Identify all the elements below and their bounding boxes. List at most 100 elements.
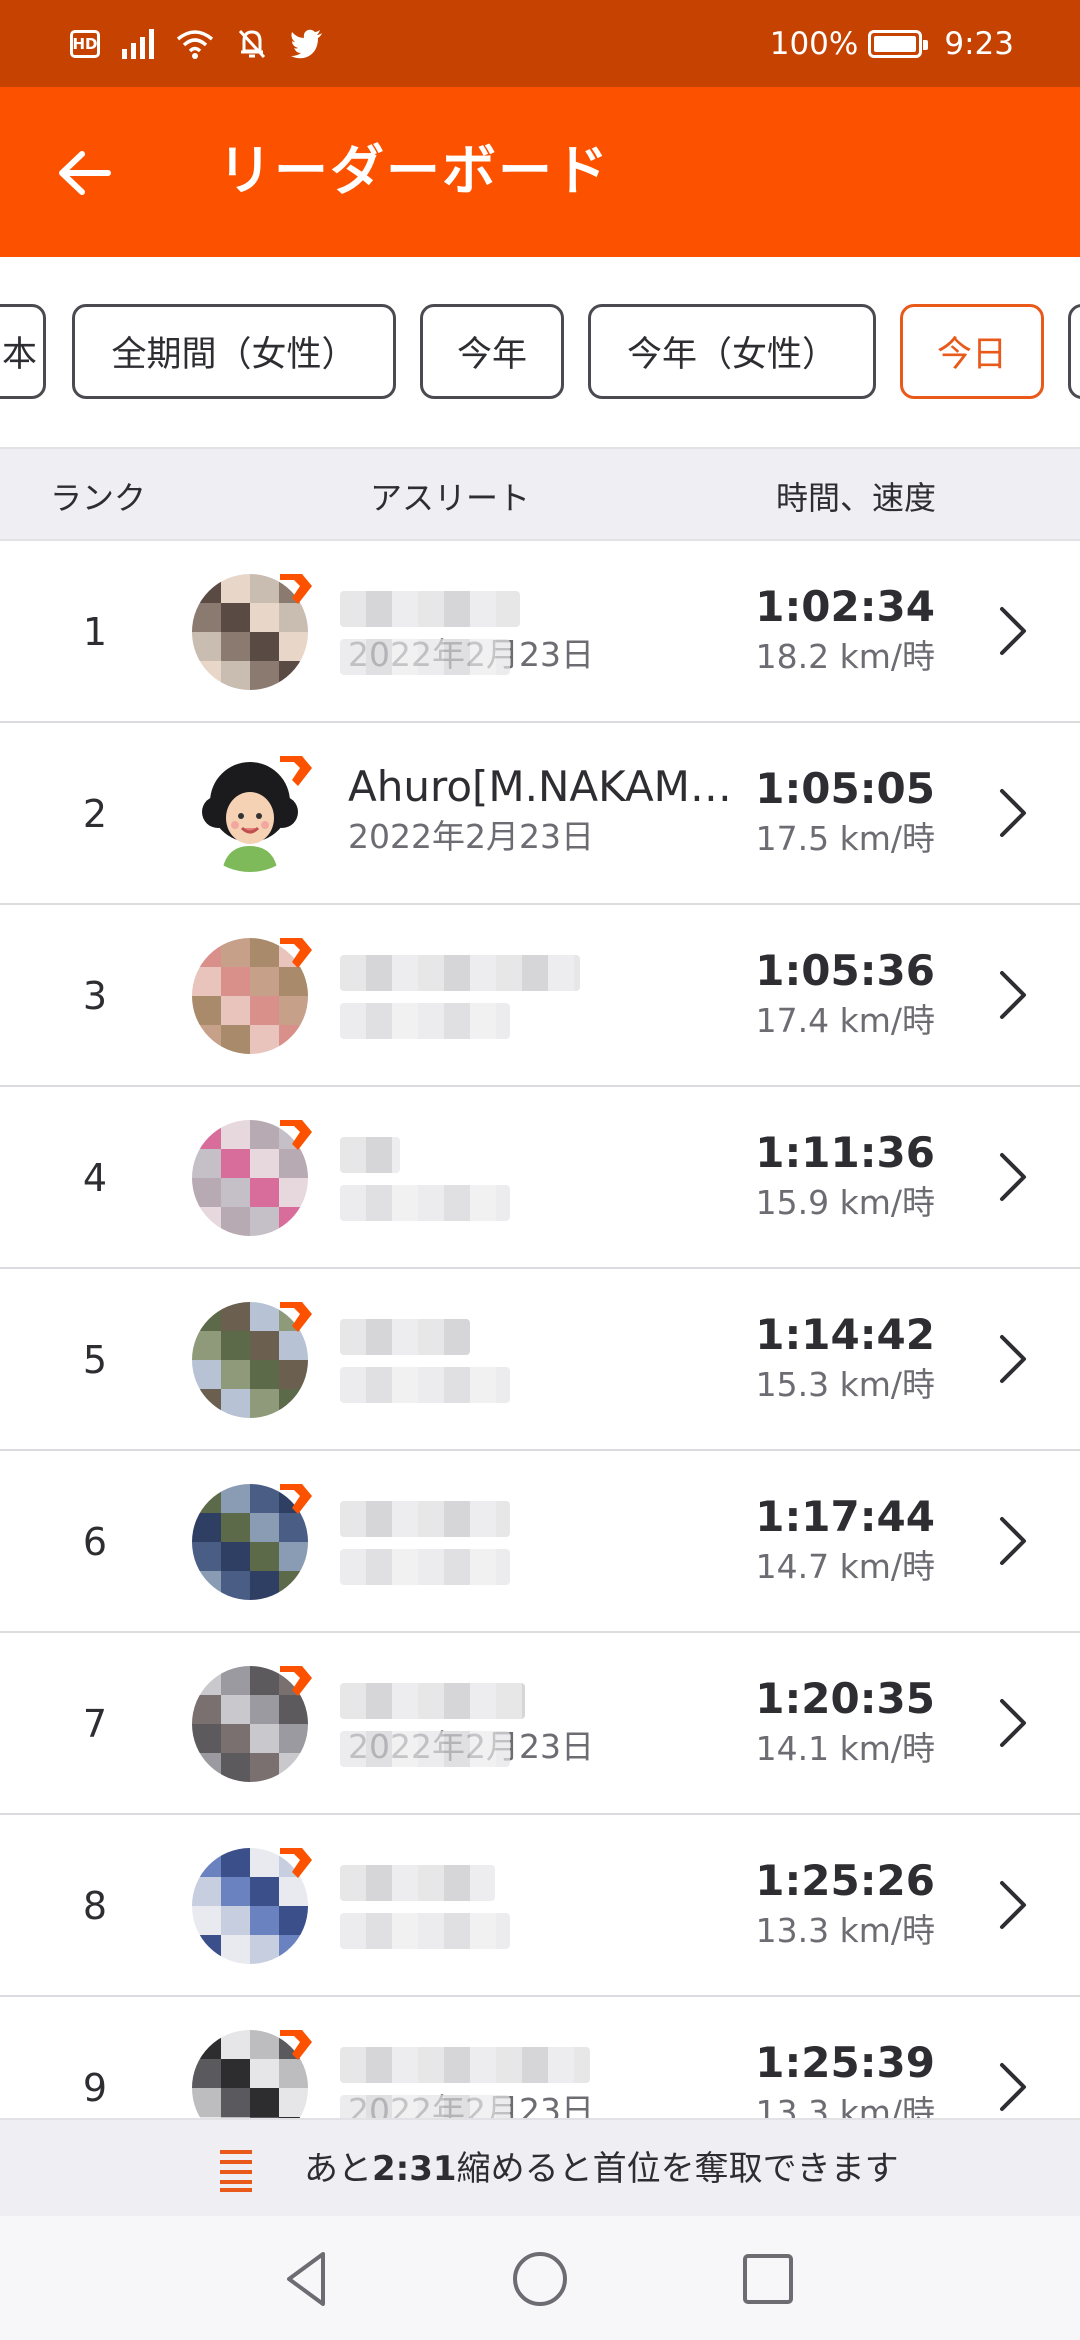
average-speed: 13.3 km/時 — [755, 1911, 935, 1950]
subscriber-badge-icon — [276, 570, 314, 608]
page-title: リーダーボード — [218, 139, 610, 202]
leaderboard-row[interactable]: 4 1:11:36 15.9 km/時 — [0, 1087, 1080, 1269]
wifi-icon — [176, 30, 214, 59]
leaderboard-row[interactable]: 2 Ahuro[M.NAKAMURA] 2022年2月23日 1:05:05 17.5 … — [0, 723, 1080, 905]
hd-icon: HD — [70, 30, 100, 58]
list-header: ランク アスリート 時間、速度 — [0, 447, 1080, 541]
subscriber-badge-icon — [276, 1116, 314, 1154]
status-icons-left: HD — [70, 26, 324, 62]
filter-chip-next[interactable] — [1068, 304, 1080, 399]
twitter-icon — [291, 29, 322, 59]
subscriber-badge-icon — [276, 934, 314, 972]
avatar[interactable] — [192, 1302, 312, 1418]
athlete-name-redacted — [340, 1319, 470, 1355]
chevron-right-icon — [996, 1513, 1030, 1569]
avatar[interactable] — [192, 1484, 312, 1600]
back-button[interactable] — [44, 135, 124, 211]
arrow-left-icon — [59, 151, 111, 195]
chevron-right-icon — [996, 785, 1030, 841]
activity-date-redacted — [340, 1003, 510, 1039]
activity-date-redacted — [340, 1185, 510, 1221]
chevron-right-icon — [996, 1877, 1030, 1933]
athlete-name: Ahuro[M.NAKAMURA] — [348, 762, 733, 811]
avatar[interactable] — [192, 1666, 312, 1782]
average-speed: 17.5 km/時 — [755, 819, 935, 858]
elapsed-time: 1:25:39 — [755, 2038, 935, 2087]
avatar[interactable] — [192, 1120, 312, 1236]
bell-off-icon — [238, 29, 266, 59]
chevron-right-icon — [996, 1149, 1030, 1205]
elapsed-time: 1:11:36 — [755, 1128, 935, 1177]
average-speed: 17.4 km/時 — [755, 1001, 935, 1040]
filter-chip-this-year[interactable]: 今年 — [420, 304, 564, 399]
filter-chip-this-year-women[interactable]: 今年（女性） — [588, 304, 876, 399]
gap-message: あと2:31縮めると首位を奪取できます — [304, 2149, 899, 2189]
rank-number: 2 — [82, 792, 108, 836]
chevron-right-icon — [996, 2059, 1030, 2115]
elapsed-time: 1:02:34 — [755, 582, 935, 631]
filter-chip-all-time[interactable]: 本 — [0, 304, 46, 399]
home-circle-icon[interactable] — [507, 2246, 573, 2312]
gap-time: 2:31 — [372, 2149, 457, 2189]
filter-chip-all-time-women[interactable]: 全期間（女性） — [72, 304, 396, 399]
header-rank: ランク — [50, 479, 147, 517]
athlete-name-redacted — [340, 1137, 400, 1173]
athlete-name-redacted — [340, 1865, 495, 1901]
avatar[interactable] — [192, 574, 312, 690]
leaderboard-row[interactable]: 12022年2月23日1:02:3418.2 km/時 — [0, 541, 1080, 723]
activity-date-redacted — [340, 1913, 510, 1949]
average-speed: 15.3 km/時 — [755, 1365, 935, 1404]
chevron-right-icon — [996, 967, 1030, 1023]
leaderboard-list: 1 2022年2月23日 1:02:34 18.2 km/時 2 Ahuro[M.NAKA… — [0, 541, 1080, 2179]
elapsed-time: 1:17:44 — [755, 1492, 935, 1541]
signal-icon — [122, 29, 154, 59]
athlete-name-redacted — [340, 1501, 510, 1537]
average-speed: 14.7 km/時 — [755, 1547, 935, 1586]
back-triangle-icon[interactable] — [275, 2246, 341, 2312]
subscriber-badge-icon — [276, 1662, 314, 1700]
status-bar: HD 100% 9:23 — [0, 0, 1080, 87]
athlete-name-redacted — [340, 1683, 525, 1719]
elapsed-time: 1:05:05 — [755, 764, 935, 813]
status-icons-right: 100% 9:23 — [770, 24, 1014, 64]
rank-number: 4 — [82, 1156, 108, 1200]
avatar[interactable] — [192, 938, 312, 1054]
app-bar: リーダーボード — [0, 87, 1080, 257]
activity-date: 2022年2月23日 — [348, 817, 594, 856]
athlete-name-redacted — [340, 591, 520, 627]
avatar[interactable] — [192, 756, 312, 872]
rank-number: 6 — [82, 1520, 108, 1564]
athlete-name-redacted — [340, 955, 580, 991]
recents-square-icon[interactable] — [735, 2246, 801, 2312]
leaderboard-row[interactable]: 3 1:05:36 17.4 km/時 — [0, 905, 1080, 1087]
athlete-name-redacted — [340, 2047, 590, 2083]
elapsed-time: 1:05:36 — [755, 946, 935, 995]
leaderboard-row[interactable]: 5 1:14:42 15.3 km/時 — [0, 1269, 1080, 1451]
activity-date-redacted — [340, 1367, 510, 1403]
clock: 9:23 — [944, 26, 1014, 62]
filter-chip-today[interactable]: 今日 — [900, 304, 1044, 399]
subscriber-badge-icon — [276, 1480, 314, 1518]
battery-percent: 100% — [769, 26, 859, 62]
rank-number: 8 — [82, 1884, 108, 1928]
average-speed: 14.1 km/時 — [755, 1729, 935, 1768]
list-icon — [220, 2150, 252, 2192]
header-athlete: アスリート — [370, 479, 531, 517]
battery-icon — [868, 30, 929, 58]
leaderboard-row[interactable]: 6 1:17:44 14.7 km/時 — [0, 1451, 1080, 1633]
gap-banner: あと2:31縮めると首位を奪取できます — [0, 2118, 1080, 2216]
elapsed-time: 1:14:42 — [755, 1310, 935, 1359]
average-speed: 15.9 km/時 — [755, 1183, 935, 1222]
rank-number: 5 — [82, 1338, 108, 1382]
filter-chips: 本 全期間（女性） 今年 今年（女性） 今日 — [0, 257, 1080, 447]
leaderboard-row[interactable]: 8 1:25:26 13.3 km/時 — [0, 1815, 1080, 1997]
chevron-right-icon — [996, 603, 1030, 659]
chevron-right-icon — [996, 1695, 1030, 1751]
avatar[interactable] — [192, 1848, 312, 1964]
system-navigation — [0, 2216, 1080, 2340]
average-speed: 18.2 km/時 — [755, 637, 935, 676]
subscriber-badge-icon — [276, 1298, 314, 1336]
subscriber-badge-icon — [276, 752, 314, 790]
subscriber-badge-icon — [276, 1844, 314, 1882]
leaderboard-row[interactable]: 72022年2月23日1:20:3514.1 km/時 — [0, 1633, 1080, 1815]
